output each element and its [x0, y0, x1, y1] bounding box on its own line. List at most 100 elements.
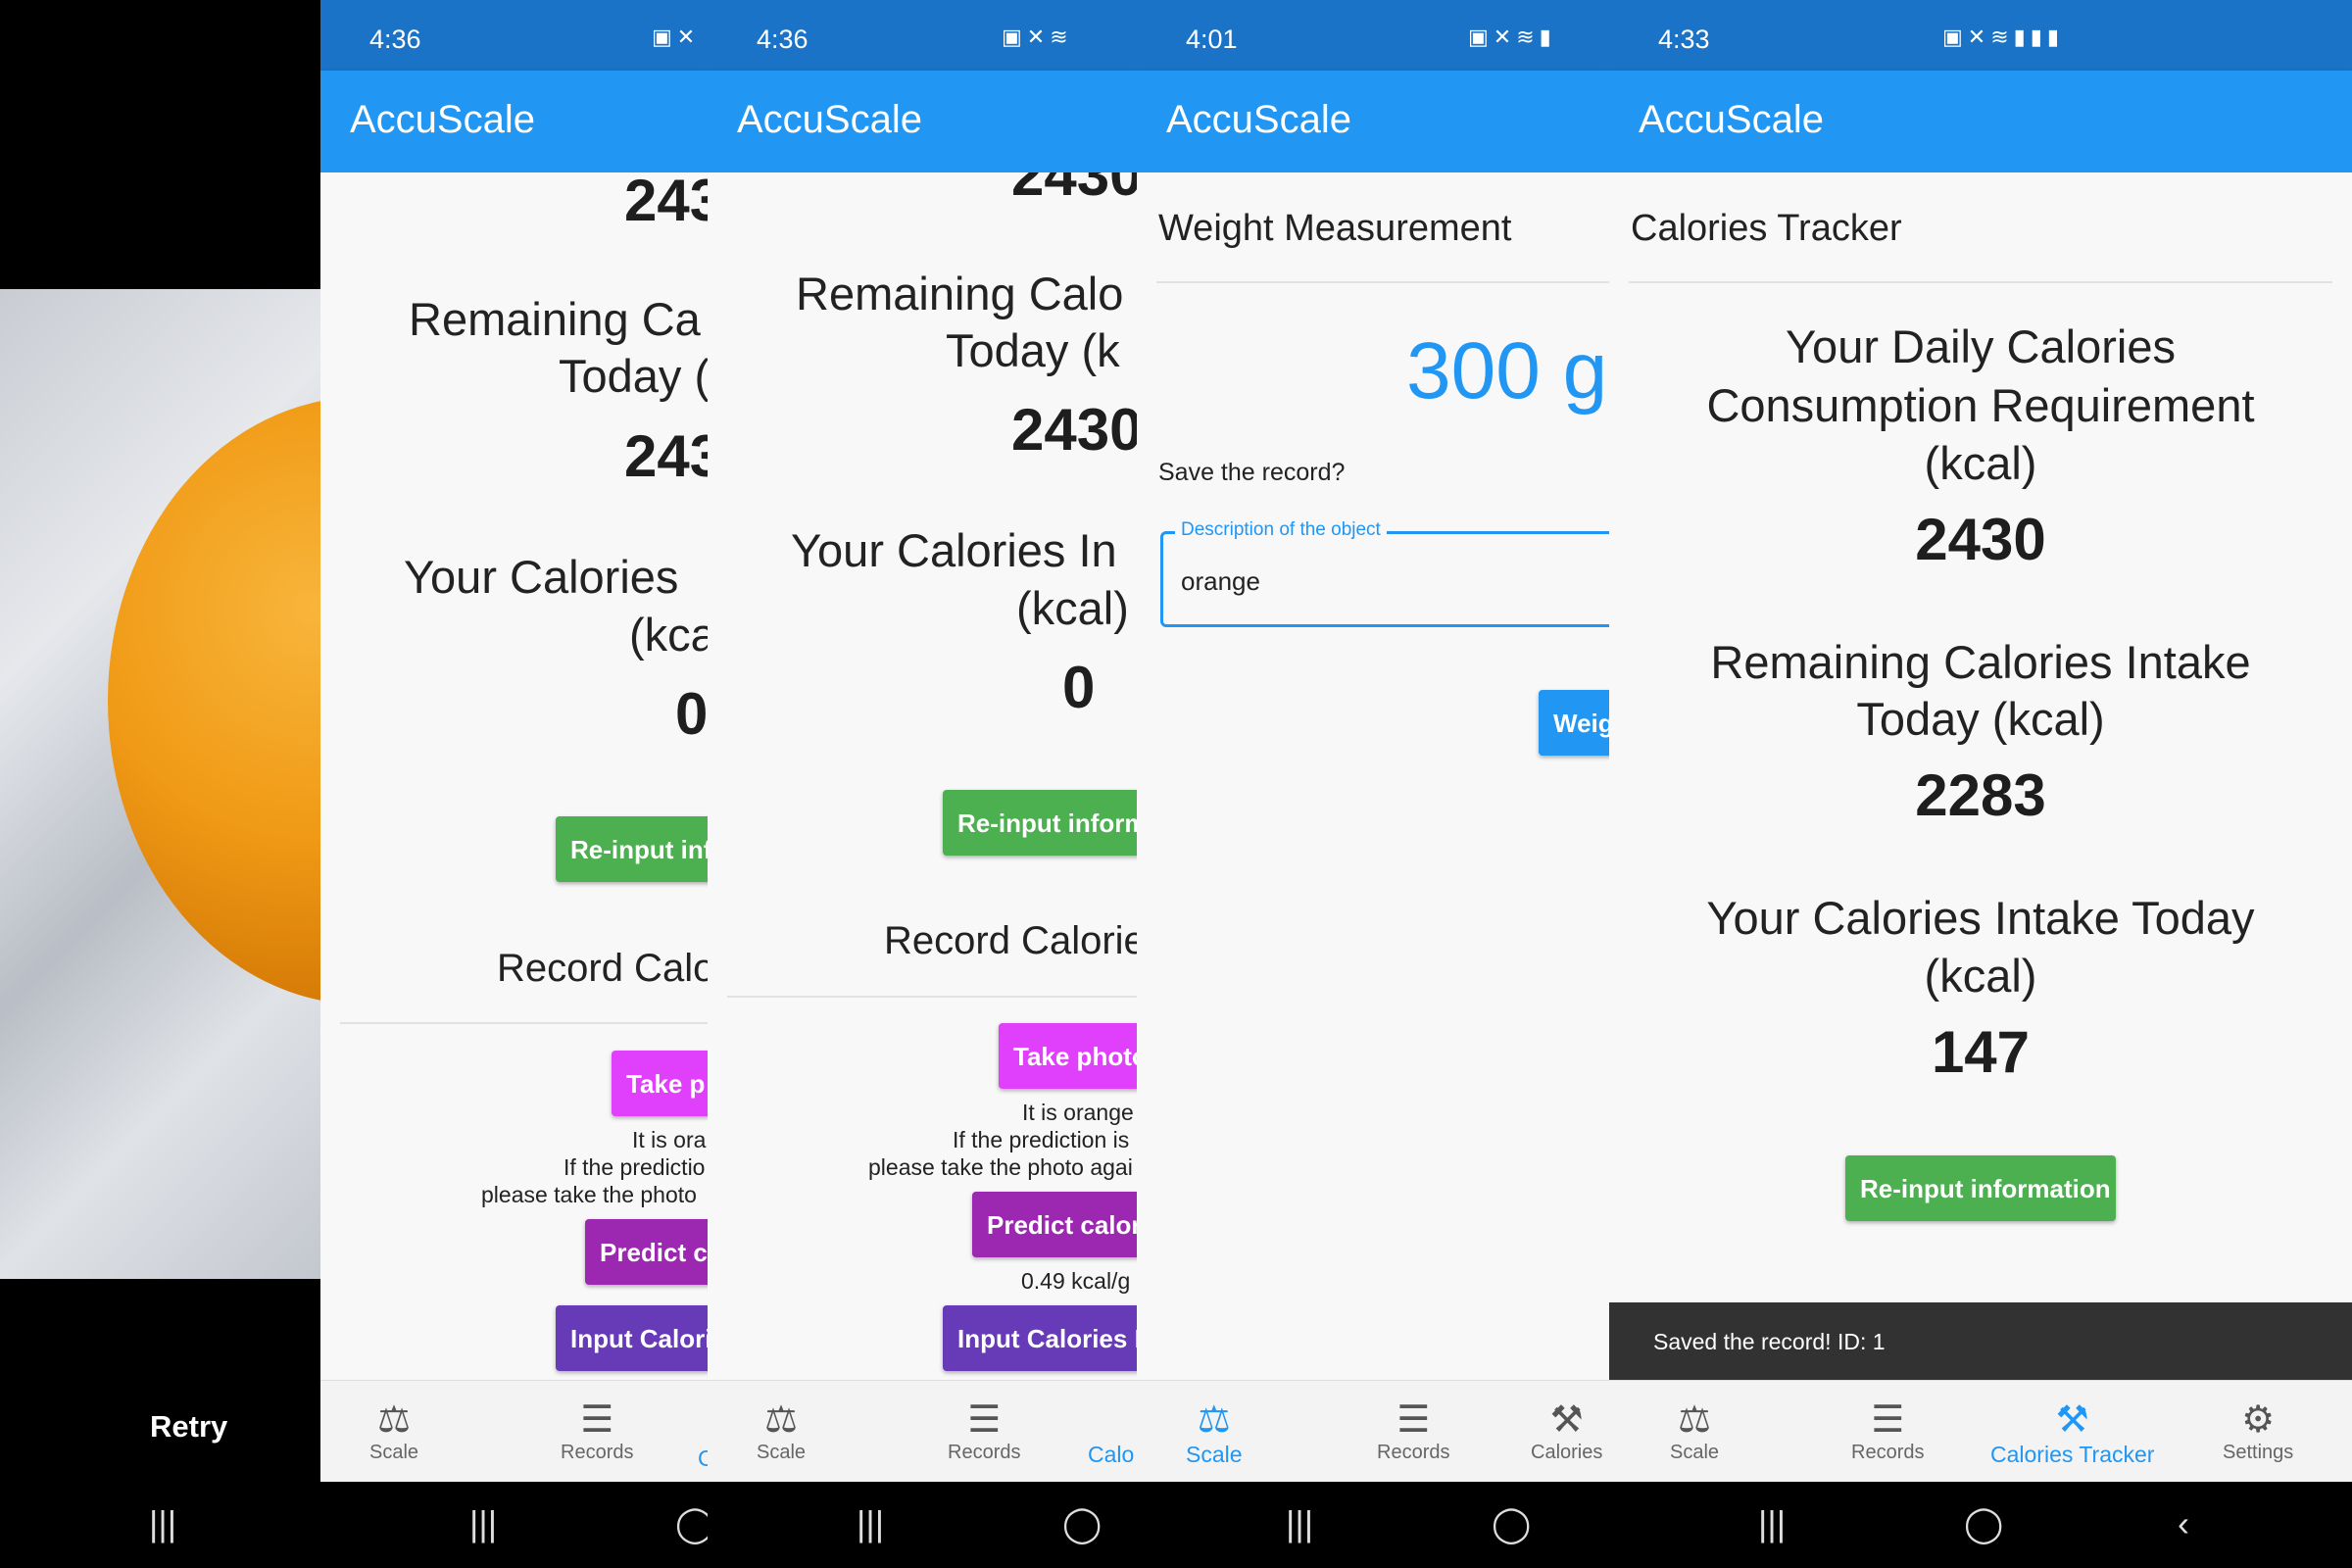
- home-icon[interactable]: ◯: [675, 1503, 708, 1544]
- remaining-title-line2: Today (k: [946, 324, 1120, 376]
- app-bar: AccuScale: [320, 71, 708, 172]
- record-calories-header: Record Calo: [497, 947, 708, 990]
- status-icons: ▣✕≋: [1002, 24, 1073, 49]
- recent-apps-icon[interactable]: |||: [1758, 1503, 1786, 1544]
- status-time: 4:36: [757, 24, 808, 54]
- daily-calories-value: 2430: [1011, 172, 1137, 208]
- home-icon[interactable]: ◯: [1492, 1503, 1531, 1544]
- nav-scale[interactable]: ⚖ Scale: [369, 1398, 418, 1464]
- dumbbell-icon: ⚒: [2055, 1399, 2089, 1441]
- nav-records[interactable]: ☰ Records: [561, 1398, 633, 1464]
- system-nav-bar: ||| ◯ ‹: [1609, 1482, 2352, 1568]
- prediction-text-line3: please take the photo agai: [868, 1154, 1133, 1180]
- nav-scale[interactable]: ⚖ Scale: [1186, 1398, 1243, 1468]
- nav-scale[interactable]: ⚖ Scale: [757, 1398, 806, 1464]
- nav-calories-tracker[interactable]: Calo: [1088, 1442, 1134, 1468]
- remaining-title-line1: Remaining Ca: [409, 293, 701, 345]
- reinput-info-button[interactable]: Re-input information: [1845, 1155, 2116, 1221]
- app-bar: AccuScale: [1609, 71, 2352, 172]
- list-icon: ☰: [1396, 1399, 1431, 1441]
- description-field-value: orange: [1181, 566, 1260, 596]
- intake-calories-value: 0: [1062, 655, 1096, 720]
- home-icon[interactable]: ◯: [1062, 1503, 1102, 1544]
- back-icon[interactable]: ‹: [2178, 1503, 2189, 1544]
- reinput-info-button[interactable]: Re-input inf: [556, 816, 708, 882]
- calories-tracker-content: 2430 Remaining Calo Today (k 2430 Your C…: [708, 172, 1137, 1380]
- app-title: AccuScale: [737, 98, 922, 141]
- calories-tracker-content: 243 Remaining Ca Today ( 243 Your Calori…: [320, 172, 708, 1380]
- predict-calories-button[interactable]: Predict calor: [972, 1192, 1137, 1257]
- bottom-nav: ⚖ Scale ☰ Records C: [320, 1380, 708, 1483]
- nav-records[interactable]: ☰ Records: [1377, 1398, 1449, 1464]
- weight-measurement-header: Weight Measurement: [1158, 208, 1512, 249]
- nav-calories-tracker[interactable]: C: [698, 1446, 708, 1472]
- weight-reading: 300 g: [1406, 326, 1608, 416]
- section-divider: [1629, 281, 2332, 283]
- status-bar: 4:33 ▣✕≋▮▮▮: [1609, 0, 2352, 71]
- remaining-title-line1: Remaining Calories Intake: [1710, 636, 2251, 688]
- daily-title-line1: Your Daily Calories: [1786, 320, 2176, 372]
- section-divider: [727, 996, 1137, 998]
- intake-calories-value: 147: [1931, 1019, 2031, 1085]
- scale-content: Weight Measurement 300 g Save the record…: [1137, 172, 1609, 1380]
- nav-records[interactable]: ☰ Records: [1851, 1398, 1924, 1464]
- description-field[interactable]: Description of the object orange: [1160, 519, 1609, 627]
- prediction-text-line1: It is orange: [1022, 1100, 1134, 1125]
- remaining-title-line1: Remaining Calo: [796, 268, 1124, 319]
- remaining-title-line2: Today (: [559, 350, 708, 402]
- intake-calories-value: 0: [675, 681, 708, 747]
- bottom-nav: ⚖ Scale ☰ Records ⚒ Calories Tracker ⚙ Setti…: [1609, 1380, 2352, 1483]
- reinput-info-button[interactable]: Re-input inform: [943, 790, 1137, 856]
- prediction-text-line2: If the prediction is: [953, 1127, 1130, 1152]
- description-field-label: Description of the object: [1175, 519, 1387, 541]
- retry-button[interactable]: Retry: [150, 1409, 227, 1445]
- bottom-nav: ⚖ Scale ☰ Records ⚒ Calories: [1137, 1380, 1609, 1483]
- status-bar: 4:01 ▣✕≋▮: [1137, 0, 1609, 71]
- list-icon: ☰: [580, 1399, 614, 1441]
- calories-tracker-content: Calories Tracker Your Daily Calories Con…: [1609, 172, 2352, 1380]
- remaining-calories-value: 2430: [1011, 397, 1137, 463]
- home-icon[interactable]: ◯: [1964, 1503, 2003, 1544]
- scale-icon: ⚖: [1677, 1399, 1712, 1441]
- status-icons: ▣✕: [652, 24, 701, 49]
- app-bar: AccuScale: [1137, 71, 1609, 172]
- remaining-title-line2: Today (kcal): [1856, 693, 2105, 745]
- take-photo-button[interactable]: Take photo: [999, 1023, 1137, 1089]
- app-title: AccuScale: [350, 98, 535, 141]
- status-time: 4:36: [369, 24, 421, 54]
- daily-title-line3: (kcal): [1924, 437, 2037, 489]
- section-divider: [1156, 281, 1609, 283]
- nav-settings[interactable]: ⚙ Settings: [2223, 1398, 2293, 1464]
- remaining-calories-value: 243: [624, 423, 708, 489]
- intake-title-line1: Your Calories: [404, 551, 679, 603]
- app-screen-2: 4:36 ▣✕ AccuScale 243 Remaining Ca Today…: [320, 0, 708, 1568]
- status-time: 4:33: [1658, 24, 1710, 54]
- nav-records[interactable]: ☰ Records: [948, 1398, 1020, 1464]
- weigh-button[interactable]: Weig: [1539, 690, 1609, 756]
- orange-photo: [0, 289, 320, 1279]
- recent-apps-icon[interactable]: |||: [149, 1503, 176, 1544]
- recent-apps-icon[interactable]: |||: [469, 1503, 497, 1544]
- nav-calories-tracker[interactable]: ⚒ Calories: [1531, 1398, 1602, 1464]
- app-title: AccuScale: [1639, 98, 1824, 141]
- take-photo-button[interactable]: Take p: [612, 1051, 708, 1116]
- nav-scale[interactable]: ⚖ Scale: [1670, 1398, 1719, 1464]
- input-calories-button[interactable]: Input Calori: [556, 1305, 708, 1371]
- system-nav-bar: ||| ◯: [320, 1482, 708, 1568]
- input-calories-button[interactable]: Input Calories I: [943, 1305, 1137, 1371]
- kcal-per-gram: 0.49 kcal/g: [1021, 1268, 1131, 1294]
- intake-title-line1: Your Calories In: [791, 524, 1117, 576]
- snackbar: Saved the record! ID: 1: [1609, 1302, 2352, 1380]
- recent-apps-icon[interactable]: |||: [1286, 1503, 1313, 1544]
- intake-title-line2: (kca: [629, 609, 708, 661]
- daily-title-line2: Consumption Requirement: [1706, 379, 2255, 431]
- app-screen-5: 4:33 ▣✕≋▮▮▮ AccuScale Calories Tracker Y…: [1609, 0, 2352, 1568]
- predict-calories-button[interactable]: Predict c: [585, 1219, 708, 1285]
- status-bar: 4:36 ▣✕≋: [708, 0, 1137, 71]
- nav-calories-tracker[interactable]: ⚒ Calories Tracker: [1990, 1398, 2154, 1468]
- section-divider: [340, 1022, 708, 1024]
- recent-apps-icon[interactable]: |||: [857, 1503, 884, 1544]
- prediction-text-line3: please take the photo: [481, 1182, 697, 1207]
- save-record-prompt: Save the record?: [1158, 459, 1346, 486]
- system-nav-bar: |||: [0, 1482, 320, 1568]
